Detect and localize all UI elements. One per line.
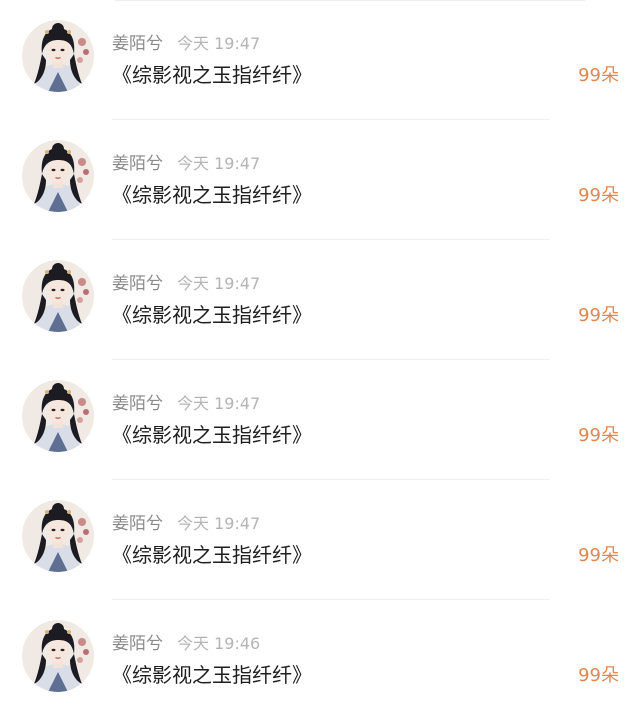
list-item[interactable]: 姜陌兮 今天 19:46 《综影视之玉指纤纤》 99朵 xyxy=(0,600,640,720)
item-meta: 姜陌兮 今天 19:47 xyxy=(112,153,260,175)
book-title[interactable]: 《综影视之玉指纤纤》 xyxy=(112,302,312,328)
timestamp: 今天 19:47 xyxy=(177,154,261,173)
item-meta: 姜陌兮 今天 19:47 xyxy=(112,513,260,535)
avatar[interactable] xyxy=(22,380,94,452)
flower-count: 99朵 xyxy=(578,425,619,446)
timestamp: 今天 19:47 xyxy=(177,34,261,53)
book-title[interactable]: 《综影视之玉指纤纤》 xyxy=(112,182,312,208)
item-meta: 姜陌兮 今天 19:46 xyxy=(112,633,260,655)
avatar[interactable] xyxy=(22,620,94,692)
list-item[interactable]: 姜陌兮 今天 19:47 《综影视之玉指纤纤》 99朵 xyxy=(0,360,640,480)
flower-count: 99朵 xyxy=(578,545,619,566)
author-name[interactable]: 姜陌兮 xyxy=(112,634,163,654)
avatar-icon xyxy=(22,260,94,332)
flower-count: 99朵 xyxy=(578,665,619,686)
flower-count: 99朵 xyxy=(578,65,619,86)
flower-count: 99朵 xyxy=(578,185,619,206)
book-title[interactable]: 《综影视之玉指纤纤》 xyxy=(112,62,312,88)
timestamp: 今天 19:46 xyxy=(177,634,261,653)
timestamp: 今天 19:47 xyxy=(177,394,261,413)
book-title[interactable]: 《综影视之玉指纤纤》 xyxy=(112,422,312,448)
avatar-icon xyxy=(22,20,94,92)
timestamp: 今天 19:47 xyxy=(177,274,261,293)
author-name[interactable]: 姜陌兮 xyxy=(112,34,163,54)
book-title[interactable]: 《综影视之玉指纤纤》 xyxy=(112,542,312,568)
item-meta: 姜陌兮 今天 19:47 xyxy=(112,33,260,55)
item-meta: 姜陌兮 今天 19:47 xyxy=(112,393,260,415)
avatar[interactable] xyxy=(22,20,94,92)
list-item[interactable]: 姜陌兮 今天 19:47 《综影视之玉指纤纤》 99朵 xyxy=(0,480,640,600)
author-name[interactable]: 姜陌兮 xyxy=(112,154,163,174)
list-item[interactable]: 姜陌兮 今天 19:47 《综影视之玉指纤纤》 99朵 xyxy=(0,120,640,240)
avatar-icon xyxy=(22,380,94,452)
author-name[interactable]: 姜陌兮 xyxy=(112,274,163,294)
avatar-icon xyxy=(22,500,94,572)
author-name[interactable]: 姜陌兮 xyxy=(112,514,163,534)
timestamp: 今天 19:47 xyxy=(177,514,261,533)
list-item[interactable]: 姜陌兮 今天 19:47 《综影视之玉指纤纤》 99朵 xyxy=(0,240,640,360)
flower-count: 99朵 xyxy=(578,305,619,326)
author-name[interactable]: 姜陌兮 xyxy=(112,394,163,414)
avatar-icon xyxy=(22,620,94,692)
avatar[interactable] xyxy=(22,260,94,332)
avatar[interactable] xyxy=(22,500,94,572)
list-item[interactable]: 姜陌兮 今天 19:47 《综影视之玉指纤纤》 99朵 xyxy=(0,0,640,120)
book-title[interactable]: 《综影视之玉指纤纤》 xyxy=(112,662,312,688)
avatar-icon xyxy=(22,140,94,212)
avatar[interactable] xyxy=(22,140,94,212)
item-meta: 姜陌兮 今天 19:47 xyxy=(112,273,260,295)
